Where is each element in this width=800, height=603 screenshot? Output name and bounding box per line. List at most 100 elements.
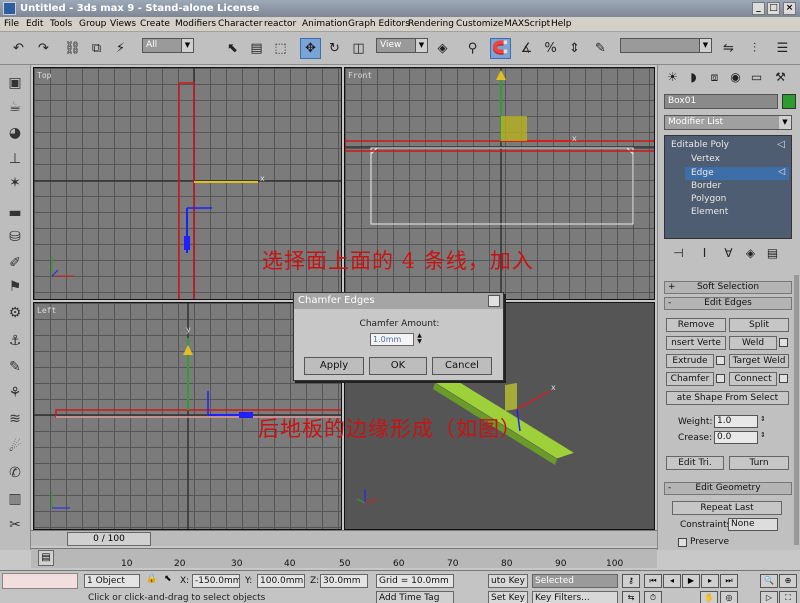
select-and-move-icon[interactable]: ✥	[300, 38, 321, 59]
weld-settings-icon[interactable]	[779, 338, 788, 347]
utilities-tab-icon[interactable]: ⚒	[772, 69, 789, 86]
minimize-button[interactable]: _	[752, 2, 765, 15]
unlink-icon[interactable]: ⧉	[86, 38, 107, 59]
time-slider[interactable]: 0 / 100	[31, 530, 657, 546]
manipulate-icon[interactable]: ⚲	[462, 38, 483, 59]
reactor-hinge-icon[interactable]: ⚘	[5, 383, 25, 403]
menu-graph-editors[interactable]: Graph Editors	[348, 18, 410, 31]
stack-item-vertex[interactable]: Vertex	[691, 154, 720, 164]
orbit-icon[interactable]: ◎	[720, 591, 738, 603]
display-tab-icon[interactable]: ▭	[748, 69, 765, 86]
time-slider-thumb[interactable]: 0 / 100	[67, 532, 151, 546]
reactor-analyze-icon[interactable]: ✆	[5, 463, 25, 483]
zoom-all-icon[interactable]: ⊕	[779, 574, 797, 588]
menu-animation[interactable]: Animation	[302, 18, 348, 31]
menu-tools[interactable]: Tools	[50, 18, 72, 31]
track-bar[interactable]: 10 20 30 40 50 60 70 80 90 100	[31, 548, 657, 569]
selection-filter-dropdown[interactable]: All ▼	[142, 38, 194, 53]
key-filters-button[interactable]: Key Filters...	[532, 591, 618, 603]
menu-modifiers[interactable]: Modifiers	[175, 18, 216, 31]
menu-create[interactable]: Create	[140, 18, 170, 31]
edit-edges-rollout[interactable]: - Edit Edges	[664, 297, 792, 310]
menu-character[interactable]: Character	[218, 18, 262, 31]
select-and-scale-icon[interactable]: ◫	[348, 38, 369, 59]
preserve-uvs-checkbox[interactable]	[678, 538, 687, 547]
stack-item-border[interactable]: Border	[691, 181, 721, 191]
crease-spinner-icon[interactable]: ⇕	[760, 431, 766, 439]
dialog-close-icon[interactable]	[488, 295, 500, 307]
chamfer-button[interactable]: Chamfer	[666, 372, 714, 386]
reactor-wind-icon[interactable]: ✐	[5, 253, 25, 273]
select-and-link-icon[interactable]: ⛓	[62, 38, 83, 59]
stack-item-polygon[interactable]: Polygon	[691, 194, 726, 204]
maximize-viewport-icon[interactable]: ⛶	[779, 591, 797, 603]
set-key-icon[interactable]: ⚷	[622, 574, 640, 588]
angle-snap-icon[interactable]: ∡	[516, 38, 537, 59]
configure-modifier-sets-icon[interactable]: ▤	[764, 245, 781, 262]
connect-settings-icon[interactable]	[779, 374, 788, 383]
weight-input[interactable]: 1.0	[714, 415, 758, 428]
command-panel-scrollbar[interactable]	[794, 275, 799, 545]
reactor-cloth-icon[interactable]: ☕	[5, 97, 25, 117]
chamfer-settings-icon[interactable]	[716, 374, 725, 383]
reactor-create-animation-icon[interactable]: ▥	[5, 489, 25, 509]
absolute-mode-icon[interactable]: ⬉	[164, 574, 172, 584]
object-color-swatch[interactable]	[782, 94, 796, 109]
menu-help[interactable]: Help	[551, 18, 572, 31]
pan-icon[interactable]: ✋	[700, 591, 718, 603]
reactor-fracture-icon[interactable]: ⚙	[5, 303, 25, 323]
weld-button[interactable]: Weld	[729, 336, 777, 350]
motion-tab-icon[interactable]: ◉	[727, 69, 744, 86]
align-icon[interactable]: ⫶	[744, 38, 765, 59]
reactor-spring-icon[interactable]: ✶	[5, 173, 25, 193]
apply-button[interactable]: Apply	[304, 357, 364, 375]
menu-rendering[interactable]: Rendering	[408, 18, 454, 31]
select-object-icon[interactable]: ⬉	[222, 38, 243, 59]
time-config-icon[interactable]: ⏱	[644, 591, 662, 603]
reactor-soft-body-icon[interactable]: ◕	[5, 123, 25, 143]
redo-icon[interactable]: ↷	[33, 38, 54, 59]
reactor-water-icon[interactable]: ⚓	[5, 331, 25, 351]
edit-geometry-rollout[interactable]: - Edit Geometry	[664, 482, 792, 495]
connect-button[interactable]: Connect	[729, 372, 777, 386]
key-mode-dropdown[interactable]: Selected	[532, 574, 618, 588]
bind-space-warp-icon[interactable]: ⚡	[110, 38, 131, 59]
add-time-tag-button[interactable]: Add Time Tag	[376, 591, 454, 603]
reactor-preview-icon[interactable]: ☄	[5, 437, 25, 457]
snaps-toggle-icon[interactable]: 🧲	[490, 38, 511, 59]
app-icon[interactable]	[3, 2, 16, 15]
soft-selection-rollout[interactable]: + Soft Selection	[664, 281, 792, 294]
set-key-button[interactable]: Set Key	[488, 591, 528, 603]
maximize-button[interactable]: □	[767, 2, 780, 15]
x-coordinate-field[interactable]: -150.0mm	[192, 574, 240, 588]
cancel-button[interactable]: Cancel	[432, 357, 492, 375]
reactor-constraint-icon[interactable]: ✎	[5, 357, 25, 377]
stack-item-editable-poly[interactable]: Editable Poly	[671, 140, 729, 150]
field-of-view-icon[interactable]: ▷	[760, 591, 778, 603]
reactor-rigid-body-icon[interactable]: ▣	[5, 73, 25, 93]
key-mode-toggle-icon[interactable]: ⇆	[622, 591, 640, 603]
crease-input[interactable]: 0.0	[714, 431, 758, 444]
edit-triangulation-button[interactable]: Edit Tri.	[666, 456, 724, 470]
lock-selection-icon[interactable]: 🔒	[146, 574, 157, 584]
turn-button[interactable]: Turn	[729, 456, 789, 470]
insert-vertex-button[interactable]: nsert Verte	[666, 336, 726, 350]
constraints-dropdown[interactable]: None	[728, 518, 778, 531]
reactor-motor-icon[interactable]: ⛁	[5, 227, 25, 247]
chamfer-amount-spinner[interactable]: ▲ ▼	[415, 333, 424, 346]
close-button[interactable]: ×	[783, 2, 796, 15]
mirror-icon[interactable]: ⇋	[718, 38, 739, 59]
edit-named-selection-icon[interactable]: ✎	[590, 38, 611, 59]
show-end-result-icon[interactable]: Ι	[696, 245, 713, 262]
next-frame-icon[interactable]: ▸	[701, 574, 719, 588]
reactor-waves-icon[interactable]: ≋	[5, 409, 25, 429]
modify-tab-icon[interactable]: ◗	[685, 69, 702, 86]
reactor-plane-icon[interactable]: ⊥	[5, 149, 25, 169]
repeat-last-button[interactable]: Repeat Last	[672, 501, 782, 515]
named-selection-set-dropdown[interactable]: ▼	[620, 38, 712, 53]
stack-item-element[interactable]: Element	[691, 207, 728, 217]
reactor-properties-icon[interactable]: ✂	[5, 515, 25, 535]
create-tab-icon[interactable]: ☀	[664, 69, 681, 86]
reactor-dashpot-icon[interactable]: ▬	[5, 203, 25, 223]
menu-maxscript[interactable]: MAXScript	[504, 18, 550, 31]
